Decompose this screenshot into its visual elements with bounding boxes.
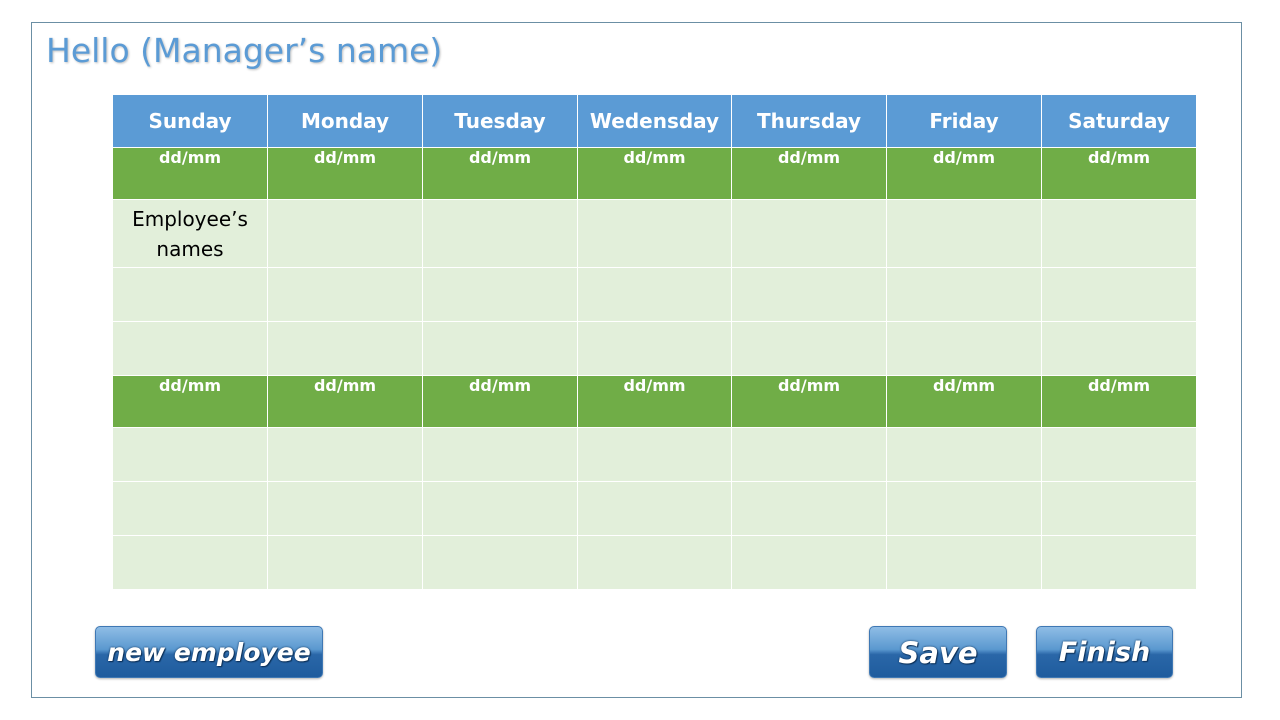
week2-date-tuesday[interactable]: dd/mm: [422, 375, 578, 428]
employee-names-cell[interactable]: Employee’s names: [112, 199, 268, 268]
week1-date-row: dd/mm dd/mm dd/mm dd/mm dd/mm dd/mm dd/m…: [112, 147, 1197, 200]
shift-cell[interactable]: [886, 535, 1042, 590]
day-header-friday: Friday: [886, 94, 1042, 148]
day-header-wednesday: Wedensday: [577, 94, 732, 148]
day-header-tuesday: Tuesday: [422, 94, 578, 148]
week1-date-monday[interactable]: dd/mm: [267, 147, 423, 200]
shift-cell[interactable]: [422, 199, 578, 268]
employee-names-line1: Employee’s: [132, 206, 248, 231]
week2-date-thursday[interactable]: dd/mm: [731, 375, 887, 428]
new-employee-button-label: new employee: [107, 638, 311, 667]
shift-cell[interactable]: [1041, 481, 1197, 536]
shift-cell[interactable]: [731, 199, 887, 268]
shift-cell[interactable]: [267, 427, 423, 482]
shift-cell[interactable]: [731, 481, 887, 536]
shift-cell[interactable]: [422, 535, 578, 590]
shift-cell[interactable]: [731, 321, 887, 376]
week2-date-friday[interactable]: dd/mm: [886, 375, 1042, 428]
week2-employee-row-3: [112, 535, 1197, 590]
week2-employee-row-1: [112, 427, 1197, 482]
shift-cell[interactable]: [267, 535, 423, 590]
shift-cell[interactable]: [886, 427, 1042, 482]
shift-cell[interactable]: [112, 535, 268, 590]
schedule-table: Sunday Monday Tuesday Wedensday Thursday…: [112, 94, 1197, 590]
day-header-sunday: Sunday: [112, 94, 268, 148]
shift-cell[interactable]: [112, 427, 268, 482]
finish-button-label: Finish: [1058, 637, 1151, 668]
shift-cell[interactable]: [886, 321, 1042, 376]
page-title: Hello (Manager’s name): [46, 31, 443, 70]
shift-cell[interactable]: [577, 535, 732, 590]
shift-cell[interactable]: [577, 427, 732, 482]
week1-employee-row-2: [112, 267, 1197, 322]
week2-date-monday[interactable]: dd/mm: [267, 375, 423, 428]
shift-cell[interactable]: [577, 267, 732, 322]
week1-date-wednesday[interactable]: dd/mm: [577, 147, 732, 200]
week2-employee-row-2: [112, 481, 1197, 536]
finish-button[interactable]: Finish: [1036, 626, 1173, 678]
shift-cell[interactable]: [1041, 321, 1197, 376]
week2-date-wednesday[interactable]: dd/mm: [577, 375, 732, 428]
shift-cell[interactable]: [422, 481, 578, 536]
week1-date-tuesday[interactable]: dd/mm: [422, 147, 578, 200]
week1-employee-row-3: [112, 321, 1197, 376]
shift-cell[interactable]: [112, 321, 268, 376]
shift-cell[interactable]: [422, 267, 578, 322]
shift-cell[interactable]: [886, 267, 1042, 322]
day-header-monday: Monday: [267, 94, 423, 148]
employee-names-line2: names: [156, 236, 224, 261]
shift-cell[interactable]: [267, 267, 423, 322]
shift-cell[interactable]: [422, 427, 578, 482]
new-employee-button[interactable]: new employee: [95, 626, 323, 678]
shift-cell[interactable]: [1041, 199, 1197, 268]
shift-cell[interactable]: [577, 481, 732, 536]
shift-cell[interactable]: [886, 481, 1042, 536]
save-button[interactable]: Save: [869, 626, 1007, 678]
day-header-saturday: Saturday: [1041, 94, 1197, 148]
week2-date-saturday[interactable]: dd/mm: [1041, 375, 1197, 428]
shift-cell[interactable]: [731, 535, 887, 590]
day-header-row: Sunday Monday Tuesday Wedensday Thursday…: [112, 94, 1197, 148]
shift-cell[interactable]: [267, 199, 423, 268]
week1-date-thursday[interactable]: dd/mm: [731, 147, 887, 200]
week2-date-row: dd/mm dd/mm dd/mm dd/mm dd/mm dd/mm dd/m…: [112, 375, 1197, 428]
shift-cell[interactable]: [267, 321, 423, 376]
shift-cell[interactable]: [577, 199, 732, 268]
shift-cell[interactable]: [731, 267, 887, 322]
shift-cell[interactable]: [1041, 427, 1197, 482]
week1-employee-row-1: Employee’s names: [112, 199, 1197, 268]
shift-cell[interactable]: [1041, 267, 1197, 322]
day-header-thursday: Thursday: [731, 94, 887, 148]
shift-cell[interactable]: [886, 199, 1042, 268]
shift-cell[interactable]: [267, 481, 423, 536]
shift-cell[interactable]: [422, 321, 578, 376]
week1-date-friday[interactable]: dd/mm: [886, 147, 1042, 200]
save-button-label: Save: [898, 636, 978, 670]
week2-date-sunday[interactable]: dd/mm: [112, 375, 268, 428]
week1-date-sunday[interactable]: dd/mm: [112, 147, 268, 200]
week1-date-saturday[interactable]: dd/mm: [1041, 147, 1197, 200]
shift-cell[interactable]: [1041, 535, 1197, 590]
shift-cell[interactable]: [731, 427, 887, 482]
shift-cell[interactable]: [112, 267, 268, 322]
shift-cell[interactable]: [112, 481, 268, 536]
shift-cell[interactable]: [577, 321, 732, 376]
